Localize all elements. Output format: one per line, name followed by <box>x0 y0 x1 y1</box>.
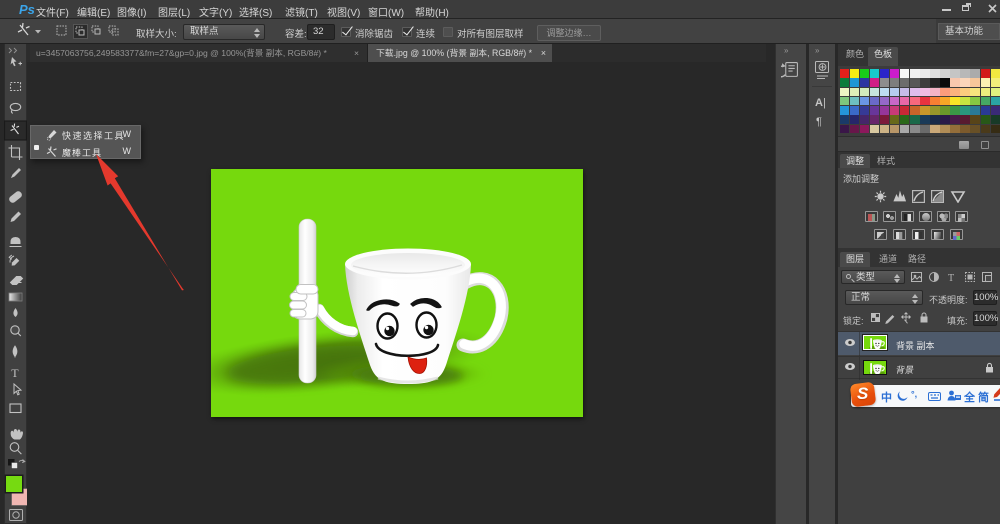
svg-text:T: T <box>11 366 19 380</box>
svg-text:T: T <box>948 273 954 284</box>
